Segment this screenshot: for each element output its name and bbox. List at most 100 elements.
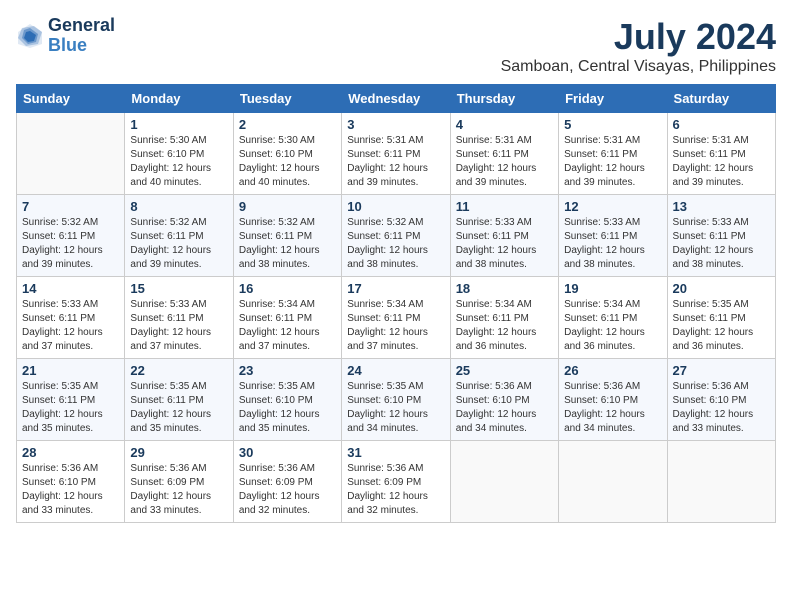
day-number: 17	[347, 281, 444, 296]
calendar-cell: 1 Sunrise: 5:30 AM Sunset: 6:10 PM Daylig…	[125, 113, 233, 195]
day-info: Sunrise: 5:31 AM Sunset: 6:11 PM Dayligh…	[456, 134, 553, 190]
calendar-cell: 22 Sunrise: 5:35 AM Sunset: 6:11 PM Dayli…	[125, 359, 233, 441]
calendar-cell	[450, 441, 558, 523]
calendar-cell: 27 Sunrise: 5:36 AM Sunset: 6:10 PM Dayli…	[667, 359, 775, 441]
day-number: 30	[239, 445, 336, 460]
day-info: Sunrise: 5:36 AM Sunset: 6:09 PM Dayligh…	[130, 462, 227, 518]
calendar-table: SundayMondayTuesdayWednesdayThursdayFrid…	[16, 84, 776, 523]
day-number: 23	[239, 363, 336, 378]
day-info: Sunrise: 5:33 AM Sunset: 6:11 PM Dayligh…	[456, 216, 553, 272]
day-number: 8	[130, 199, 227, 214]
day-number: 25	[456, 363, 553, 378]
calendar-cell: 17Sunrise: 5:34 AM Sunset: 6:11 PM Dayli…	[342, 277, 450, 359]
day-info: Sunrise: 5:36 AM Sunset: 6:10 PM Dayligh…	[673, 380, 770, 436]
day-number: 1	[130, 117, 227, 132]
day-number: 9	[239, 199, 336, 214]
day-info: Sunrise: 5:34 AM Sunset: 6:11 PM Dayligh…	[564, 298, 661, 354]
day-info: Sunrise: 5:31 AM Sunset: 6:11 PM Dayligh…	[347, 134, 444, 190]
day-info: Sunrise: 5:36 AM Sunset: 6:10 PM Dayligh…	[564, 380, 661, 436]
day-info: Sunrise: 5:34 AM Sunset: 6:11 PM Dayligh…	[456, 298, 553, 354]
day-info: Sunrise: 5:35 AM Sunset: 6:11 PM Dayligh…	[673, 298, 770, 354]
day-info: Sunrise: 5:33 AM Sunset: 6:11 PM Dayligh…	[564, 216, 661, 272]
calendar-cell: 21 Sunrise: 5:35 AM Sunset: 6:11 PM Dayli…	[17, 359, 125, 441]
day-info: Sunrise: 5:31 AM Sunset: 6:11 PM Dayligh…	[564, 134, 661, 190]
day-info: Sunrise: 5:34 AM Sunset: 6:11 PM Dayligh…	[239, 298, 336, 354]
day-info: Sunrise: 5:32 AM Sunset: 6:11 PM Dayligh…	[130, 216, 227, 272]
day-number: 22	[130, 363, 227, 378]
location-title: Samboan, Central Visayas, Philippines	[501, 58, 776, 76]
day-info: Sunrise: 5:35 AM Sunset: 6:11 PM Dayligh…	[22, 380, 119, 436]
day-info: Sunrise: 5:35 AM Sunset: 6:10 PM Dayligh…	[347, 380, 444, 436]
calendar-cell: 7 Sunrise: 5:32 AM Sunset: 6:11 PM Daylig…	[17, 195, 125, 277]
day-info: Sunrise: 5:36 AM Sunset: 6:10 PM Dayligh…	[22, 462, 119, 518]
logo: General Blue	[16, 16, 115, 56]
calendar-cell: 4 Sunrise: 5:31 AM Sunset: 6:11 PM Daylig…	[450, 113, 558, 195]
day-number: 6	[673, 117, 770, 132]
calendar-cell: 12Sunrise: 5:33 AM Sunset: 6:11 PM Dayli…	[559, 195, 667, 277]
day-info: Sunrise: 5:35 AM Sunset: 6:11 PM Dayligh…	[130, 380, 227, 436]
day-number: 15	[130, 281, 227, 296]
day-number: 20	[673, 281, 770, 296]
day-info: Sunrise: 5:30 AM Sunset: 6:10 PM Dayligh…	[239, 134, 336, 190]
day-number: 24	[347, 363, 444, 378]
calendar-cell: 18 Sunrise: 5:34 AM Sunset: 6:11 PM Dayli…	[450, 277, 558, 359]
weekday-header-row: SundayMondayTuesdayWednesdayThursdayFrid…	[17, 85, 776, 113]
month-title: July 2024	[501, 16, 776, 58]
day-number: 18	[456, 281, 553, 296]
calendar-week-row: 7 Sunrise: 5:32 AM Sunset: 6:11 PM Daylig…	[17, 195, 776, 277]
day-number: 21	[22, 363, 119, 378]
calendar-cell	[667, 441, 775, 523]
calendar-week-row: 14 Sunrise: 5:33 AM Sunset: 6:11 PM Dayli…	[17, 277, 776, 359]
day-info: Sunrise: 5:33 AM Sunset: 6:11 PM Dayligh…	[22, 298, 119, 354]
weekday-header-thursday: Thursday	[450, 85, 558, 113]
calendar-cell: 26 Sunrise: 5:36 AM Sunset: 6:10 PM Dayli…	[559, 359, 667, 441]
calendar-cell: 24 Sunrise: 5:35 AM Sunset: 6:10 PM Dayli…	[342, 359, 450, 441]
calendar-cell: 20 Sunrise: 5:35 AM Sunset: 6:11 PM Dayli…	[667, 277, 775, 359]
day-number: 14	[22, 281, 119, 296]
weekday-header-friday: Friday	[559, 85, 667, 113]
day-number: 27	[673, 363, 770, 378]
day-number: 19	[564, 281, 661, 296]
weekday-header-wednesday: Wednesday	[342, 85, 450, 113]
weekday-header-sunday: Sunday	[17, 85, 125, 113]
calendar-cell: 6 Sunrise: 5:31 AM Sunset: 6:11 PM Daylig…	[667, 113, 775, 195]
calendar-week-row: 28 Sunrise: 5:36 AM Sunset: 6:10 PM Dayli…	[17, 441, 776, 523]
calendar-cell: 11 Sunrise: 5:33 AM Sunset: 6:11 PM Dayli…	[450, 195, 558, 277]
day-number: 29	[130, 445, 227, 460]
day-number: 2	[239, 117, 336, 132]
calendar-cell: 5Sunrise: 5:31 AM Sunset: 6:11 PM Daylig…	[559, 113, 667, 195]
weekday-header-monday: Monday	[125, 85, 233, 113]
calendar-cell: 13Sunrise: 5:33 AM Sunset: 6:11 PM Dayli…	[667, 195, 775, 277]
calendar-cell: 8 Sunrise: 5:32 AM Sunset: 6:11 PM Daylig…	[125, 195, 233, 277]
logo-icon	[16, 22, 44, 50]
day-number: 10	[347, 199, 444, 214]
day-number: 28	[22, 445, 119, 460]
day-number: 3	[347, 117, 444, 132]
calendar-cell: 3 Sunrise: 5:31 AM Sunset: 6:11 PM Daylig…	[342, 113, 450, 195]
weekday-header-tuesday: Tuesday	[233, 85, 341, 113]
title-block: July 2024 Samboan, Central Visayas, Phil…	[501, 16, 776, 76]
calendar-cell	[17, 113, 125, 195]
day-number: 31	[347, 445, 444, 460]
day-number: 16	[239, 281, 336, 296]
day-number: 4	[456, 117, 553, 132]
day-info: Sunrise: 5:32 AM Sunset: 6:11 PM Dayligh…	[239, 216, 336, 272]
calendar-cell: 31 Sunrise: 5:36 AM Sunset: 6:09 PM Dayli…	[342, 441, 450, 523]
logo-line1: General	[48, 16, 115, 36]
day-info: Sunrise: 5:35 AM Sunset: 6:10 PM Dayligh…	[239, 380, 336, 436]
weekday-header-saturday: Saturday	[667, 85, 775, 113]
day-info: Sunrise: 5:33 AM Sunset: 6:11 PM Dayligh…	[130, 298, 227, 354]
day-number: 26	[564, 363, 661, 378]
calendar-cell: 28 Sunrise: 5:36 AM Sunset: 6:10 PM Dayli…	[17, 441, 125, 523]
day-info: Sunrise: 5:30 AM Sunset: 6:10 PM Dayligh…	[130, 134, 227, 190]
calendar-cell: 2 Sunrise: 5:30 AM Sunset: 6:10 PM Daylig…	[233, 113, 341, 195]
day-info: Sunrise: 5:31 AM Sunset: 6:11 PM Dayligh…	[673, 134, 770, 190]
calendar-cell: 23 Sunrise: 5:35 AM Sunset: 6:10 PM Dayli…	[233, 359, 341, 441]
calendar-cell: 15 Sunrise: 5:33 AM Sunset: 6:11 PM Dayli…	[125, 277, 233, 359]
day-number: 11	[456, 199, 553, 214]
day-info: Sunrise: 5:36 AM Sunset: 6:10 PM Dayligh…	[456, 380, 553, 436]
day-info: Sunrise: 5:36 AM Sunset: 6:09 PM Dayligh…	[347, 462, 444, 518]
calendar-cell: 19 Sunrise: 5:34 AM Sunset: 6:11 PM Dayli…	[559, 277, 667, 359]
day-number: 7	[22, 199, 119, 214]
day-info: Sunrise: 5:32 AM Sunset: 6:11 PM Dayligh…	[22, 216, 119, 272]
